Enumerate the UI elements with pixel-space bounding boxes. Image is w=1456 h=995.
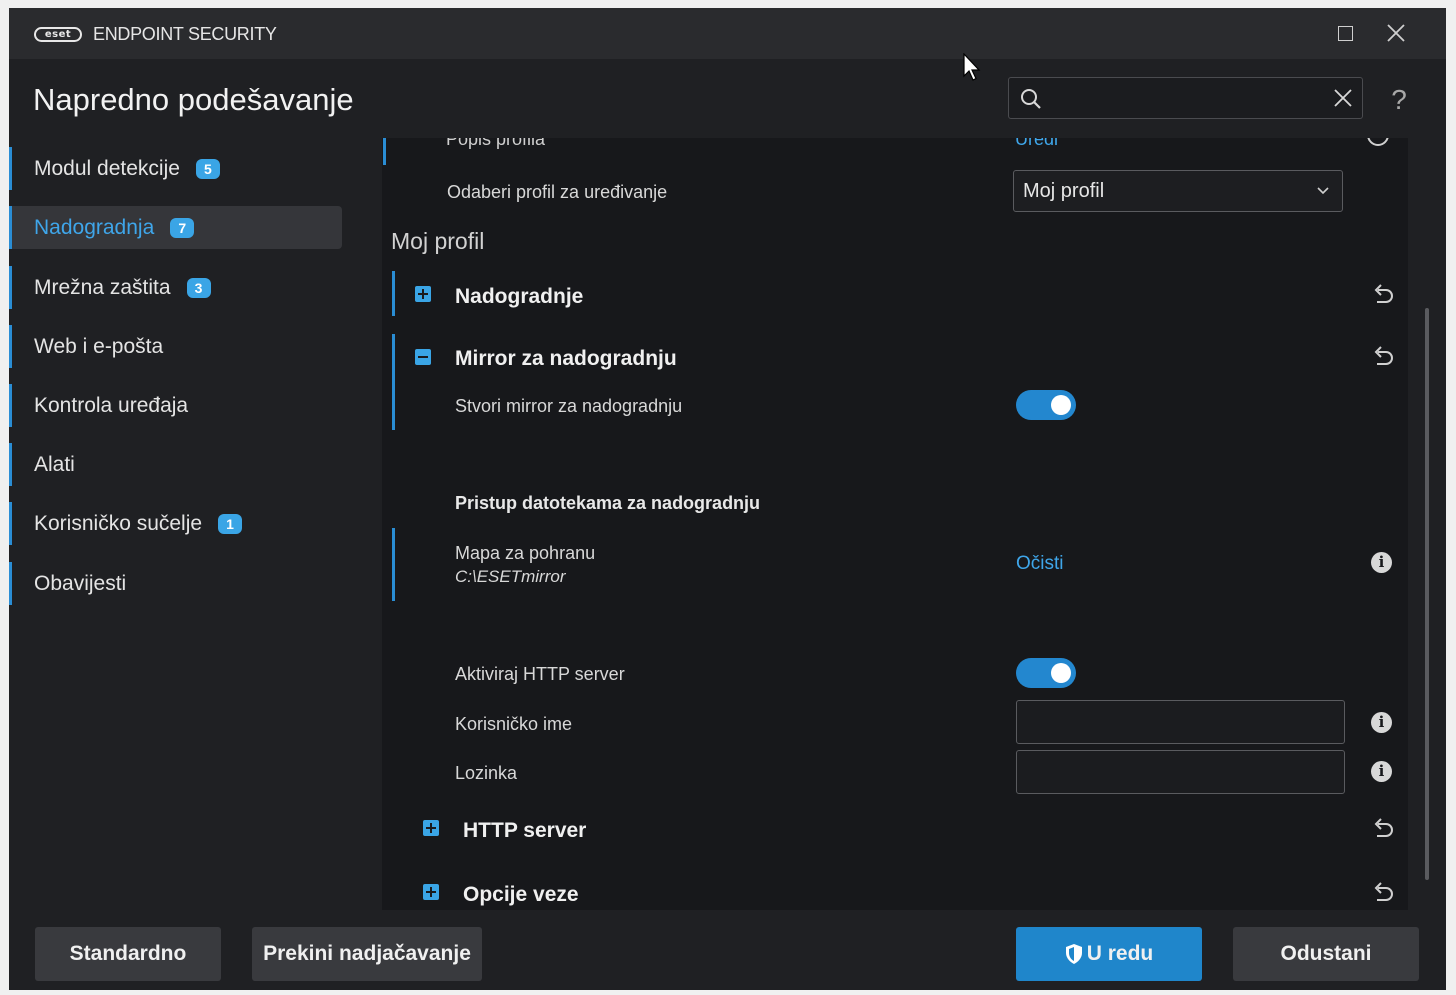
create-mirror-toggle[interactable] bbox=[1016, 390, 1076, 420]
settings-panel: Popis profila Uredi Odaberi profil za ur… bbox=[382, 138, 1408, 910]
sidebar-item-label: Obavijesti bbox=[34, 571, 127, 595]
section-indicator bbox=[392, 271, 395, 316]
sidebar-item-label: Modul detekcije bbox=[34, 156, 180, 180]
sidebar-badge: 7 bbox=[170, 217, 195, 238]
info-icon[interactable]: i bbox=[1371, 552, 1392, 573]
profile-list-edit-link[interactable]: Uredi bbox=[1015, 138, 1058, 150]
reset-icon[interactable] bbox=[1370, 343, 1396, 369]
reset-icon[interactable] bbox=[1370, 879, 1396, 905]
chevron-down-icon bbox=[1317, 187, 1329, 195]
storage-folder-path: C:\ESETmirror bbox=[455, 567, 566, 586]
sidebar-item-detection[interactable]: Modul detekcije 5 bbox=[9, 147, 342, 190]
search-box[interactable] bbox=[1008, 77, 1363, 119]
expand-icon[interactable] bbox=[415, 286, 431, 302]
section-mirror-title[interactable]: Mirror za nadogradnju bbox=[455, 347, 677, 371]
shield-icon bbox=[1065, 944, 1082, 964]
sidebar-item-device-control[interactable]: Kontrola uređaja bbox=[9, 384, 342, 427]
help-button[interactable]: ? bbox=[1386, 84, 1412, 115]
expand-icon[interactable] bbox=[423, 820, 439, 836]
reset-icon[interactable] bbox=[1370, 281, 1396, 307]
sidebar-item-label: Nadogradnja bbox=[34, 215, 155, 239]
sidebar-item-label: Kontrola uređaja bbox=[34, 393, 189, 417]
http-server-toggle[interactable] bbox=[1016, 658, 1076, 688]
profile-select[interactable]: Moj profil bbox=[1013, 170, 1343, 212]
scrollbar[interactable] bbox=[1425, 308, 1429, 880]
reset-icon[interactable] bbox=[1367, 138, 1389, 146]
sidebar-badge: 1 bbox=[218, 513, 243, 534]
section-connection-title[interactable]: Opcije veze bbox=[463, 883, 579, 907]
close-icon bbox=[1387, 24, 1405, 42]
app-title: ENDPOINT SECURITY bbox=[93, 24, 277, 44]
main-window: eset ENDPOINT SECURITY Napredno podešava… bbox=[9, 8, 1446, 990]
info-icon[interactable]: i bbox=[1371, 712, 1392, 733]
mouse-cursor-icon bbox=[963, 53, 981, 81]
section-indicator bbox=[383, 138, 386, 165]
username-input[interactable] bbox=[1016, 700, 1345, 744]
sidebar-item-label: Alati bbox=[34, 452, 75, 476]
profile-list-label: Popis profila bbox=[446, 138, 546, 149]
password-input[interactable] bbox=[1016, 750, 1345, 794]
maximize-button[interactable] bbox=[1332, 20, 1358, 46]
sidebar-item-web-email[interactable]: Web i e-pošta bbox=[9, 325, 342, 368]
revert-override-button[interactable]: Prekini nadjačavanje bbox=[252, 927, 482, 981]
expand-icon[interactable] bbox=[423, 884, 439, 900]
default-button[interactable]: Standardno bbox=[35, 927, 221, 981]
section-indicator bbox=[392, 334, 395, 430]
clear-link[interactable]: Očisti bbox=[1016, 553, 1064, 575]
profile-group-title: Moj profil bbox=[391, 228, 485, 254]
username-label: Korisničko ime bbox=[455, 714, 573, 734]
create-mirror-label: Stvori mirror za nadogradnju bbox=[455, 396, 683, 416]
clear-search-icon[interactable] bbox=[1330, 85, 1356, 111]
sidebar-item-notifications[interactable]: Obavijesti bbox=[9, 562, 342, 605]
select-profile-label: Odaberi profil za uređivanje bbox=[447, 182, 668, 202]
collapse-icon[interactable] bbox=[415, 349, 431, 365]
sidebar-item-label: Web i e-pošta bbox=[34, 334, 164, 358]
sidebar-item-network[interactable]: Mrežna zaštita 3 bbox=[9, 266, 342, 309]
sidebar-item-label: Korisničko sučelje bbox=[34, 511, 203, 535]
section-updates-title[interactable]: Nadogradnje bbox=[455, 285, 583, 309]
ok-button[interactable]: U redu bbox=[1016, 927, 1202, 981]
sidebar-item-label: Mrežna zaštita bbox=[34, 275, 171, 299]
sidebar-item-update[interactable]: Nadogradnja 7 bbox=[9, 206, 342, 249]
title-bar: eset ENDPOINT SECURITY bbox=[9, 8, 1446, 59]
http-server-label: Aktiviraj HTTP server bbox=[455, 664, 625, 684]
search-icon bbox=[1021, 89, 1041, 109]
sidebar-badge: 3 bbox=[186, 277, 211, 298]
file-access-title: Pristup datotekama za nadogradnju bbox=[455, 493, 761, 513]
section-indicator bbox=[392, 528, 395, 601]
maximize-icon bbox=[1338, 26, 1353, 41]
info-icon[interactable]: i bbox=[1371, 761, 1392, 782]
storage-folder-label: Mapa za pohranu bbox=[455, 543, 596, 563]
eset-logo: eset bbox=[34, 27, 82, 42]
reset-icon[interactable] bbox=[1370, 815, 1396, 841]
cancel-button[interactable]: Odustani bbox=[1233, 927, 1419, 981]
section-http-server-title[interactable]: HTTP server bbox=[463, 819, 586, 843]
password-label: Lozinka bbox=[455, 763, 518, 783]
page-title: Napredno podešavanje bbox=[33, 82, 354, 117]
ok-button-label: U redu bbox=[1086, 942, 1154, 965]
sidebar-item-tools[interactable]: Alati bbox=[9, 443, 342, 486]
sidebar-item-user-interface[interactable]: Korisničko sučelje 1 bbox=[9, 502, 342, 545]
close-window-button[interactable] bbox=[1383, 20, 1409, 46]
profile-select-value: Moj profil bbox=[1023, 180, 1105, 202]
sidebar-badge: 5 bbox=[195, 158, 220, 179]
logo-text: eset bbox=[44, 29, 72, 40]
